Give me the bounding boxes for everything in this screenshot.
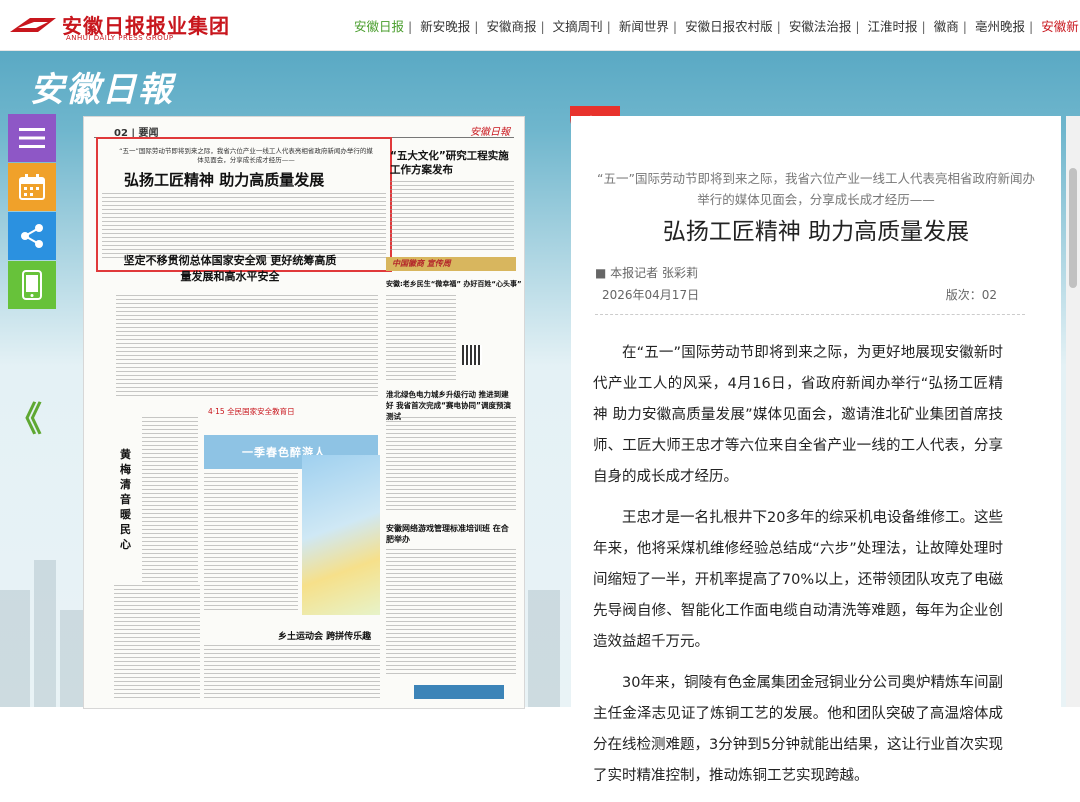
calendar-button[interactable] <box>8 163 56 211</box>
nav-link[interactable]: 新安晚报 <box>420 19 470 34</box>
nav-link[interactable]: 亳州晚报 <box>975 19 1025 34</box>
top-bar: 安徽日报报业集团 ANHUI DAILY PRESS GROUP 安徽日报 | 新… <box>0 0 1080 51</box>
nav-link[interactable]: 安徽日报 <box>354 19 404 34</box>
nav-link[interactable]: 安徽商报 <box>486 19 536 34</box>
calendar-icon <box>19 174 45 200</box>
nav-link[interactable]: 新闻世界 <box>619 19 669 34</box>
text-block <box>204 473 298 613</box>
newspaper-page[interactable]: 02 | 要闻 安徽日報 “五一”国际劳动节即将到来之际，我省六位产业一线工人代… <box>83 116 525 709</box>
page-masthead: 安徽日報 <box>470 127 510 138</box>
spring-photo <box>302 455 380 615</box>
right-headline[interactable]: “五大文化”研究工程实施工作方案发布 <box>390 149 514 177</box>
article-scrollbar[interactable] <box>1066 116 1080 707</box>
selected-article-highlight[interactable] <box>96 137 392 272</box>
menu-icon <box>19 128 45 148</box>
previous-page-arrow-icon[interactable]: 《 <box>8 392 42 441</box>
logo-mark-icon <box>10 18 56 32</box>
text-block <box>386 295 456 381</box>
nav-link[interactable]: 徽商 <box>934 19 959 34</box>
column-banner: 中国徽商 宣传周 <box>386 257 516 271</box>
column-tag: 中国徽商 宣传周 <box>392 259 451 268</box>
mobile-button[interactable] <box>8 261 56 309</box>
qr-code <box>462 345 482 365</box>
headline-security[interactable]: 坚定不移贯彻总体国家安全观 更好统筹高质量发展和高水平安全 <box>120 253 340 285</box>
text-block <box>204 645 380 701</box>
article-version: 版次：02 <box>945 288 997 302</box>
share-button[interactable] <box>8 212 56 260</box>
article-date: 2026年04月17日 <box>602 288 700 302</box>
headline-livelihood[interactable]: 安徽:老乡民生“微幸福” 办好百姓“心头事” <box>386 279 522 289</box>
text-block <box>116 295 378 399</box>
nav-link[interactable]: 安徽法治报 <box>789 19 852 34</box>
article-paragraph: 王忠才是一名扎根井下20多年的综采机电设备维修工。这些年来，他将采煤机维修经验总… <box>593 510 1003 650</box>
article-divider <box>595 314 1025 315</box>
scrollbar-thumb[interactable] <box>1069 168 1077 288</box>
share-icon <box>21 224 43 248</box>
article-body: 在“五一”国际劳动节即将到来之际，为更好地展现安徽新时代产业工人的风采，4月16… <box>593 338 1003 802</box>
text-block <box>390 181 514 251</box>
text-block <box>114 585 200 701</box>
article-paragraph: 30年来，铜陵有色金属集团金冠铜业分公司奥炉精炼车间副主任金泽志见证了炼铜工艺的… <box>593 675 1003 784</box>
mobile-icon <box>22 270 42 300</box>
logo-subtext: ANHUI DAILY PRESS GROUP <box>66 34 174 42</box>
article-title: 弘扬工匠精神 助力高质量发展 <box>662 219 970 245</box>
group-logo[interactable]: 安徽日报报业集团 ANHUI DAILY PRESS GROUP <box>8 8 229 42</box>
nav-link[interactable]: 安徽新 <box>1041 19 1079 34</box>
article-paragraph: 在“五一”国际劳动节即将到来之际，为更好地展现安徽新时代产业工人的风采，4月16… <box>593 345 1003 485</box>
menu-button[interactable] <box>8 114 56 162</box>
headline-sports[interactable]: 乡土运动会 跨拼传乐趣 <box>278 629 371 642</box>
paper-nav: 安徽日报 | 新安晚报 | 安徽商报 | 文摘周刊 | 新闻世界 | 安徽日报农村版 | 安… <box>354 19 1079 34</box>
masthead-logo: 安徽日報 <box>30 70 174 110</box>
ad-strip <box>414 685 504 699</box>
vertical-headline[interactable]: 黄梅清音暖民心 <box>120 447 134 552</box>
article-kicker: “五一”国际劳动节即将到来之际，我省六位产业一线工人代表亮相省政府新闻办举行的媒… <box>597 171 1035 207</box>
text-block <box>142 417 198 583</box>
article-panel: “五一”国际劳动节即将到来之际，我省六位产业一线工人代表亮相省政府新闻办举行的媒… <box>571 116 1061 784</box>
text-block <box>386 549 516 675</box>
nav-link[interactable]: 安徽日报农村版 <box>685 19 773 34</box>
security-day-ribbon: 4·15 全民国家安全教育日 <box>208 407 295 416</box>
nav-link[interactable]: 江淮时报 <box>868 19 918 34</box>
headline-games[interactable]: 安徽网络游戏管理标准培训班 在合肥举办 <box>386 523 516 545</box>
text-block <box>386 417 516 513</box>
article-author: ■ 本报记者 张彩莉 <box>595 266 698 280</box>
nav-link[interactable]: 文摘周刊 <box>553 19 603 34</box>
